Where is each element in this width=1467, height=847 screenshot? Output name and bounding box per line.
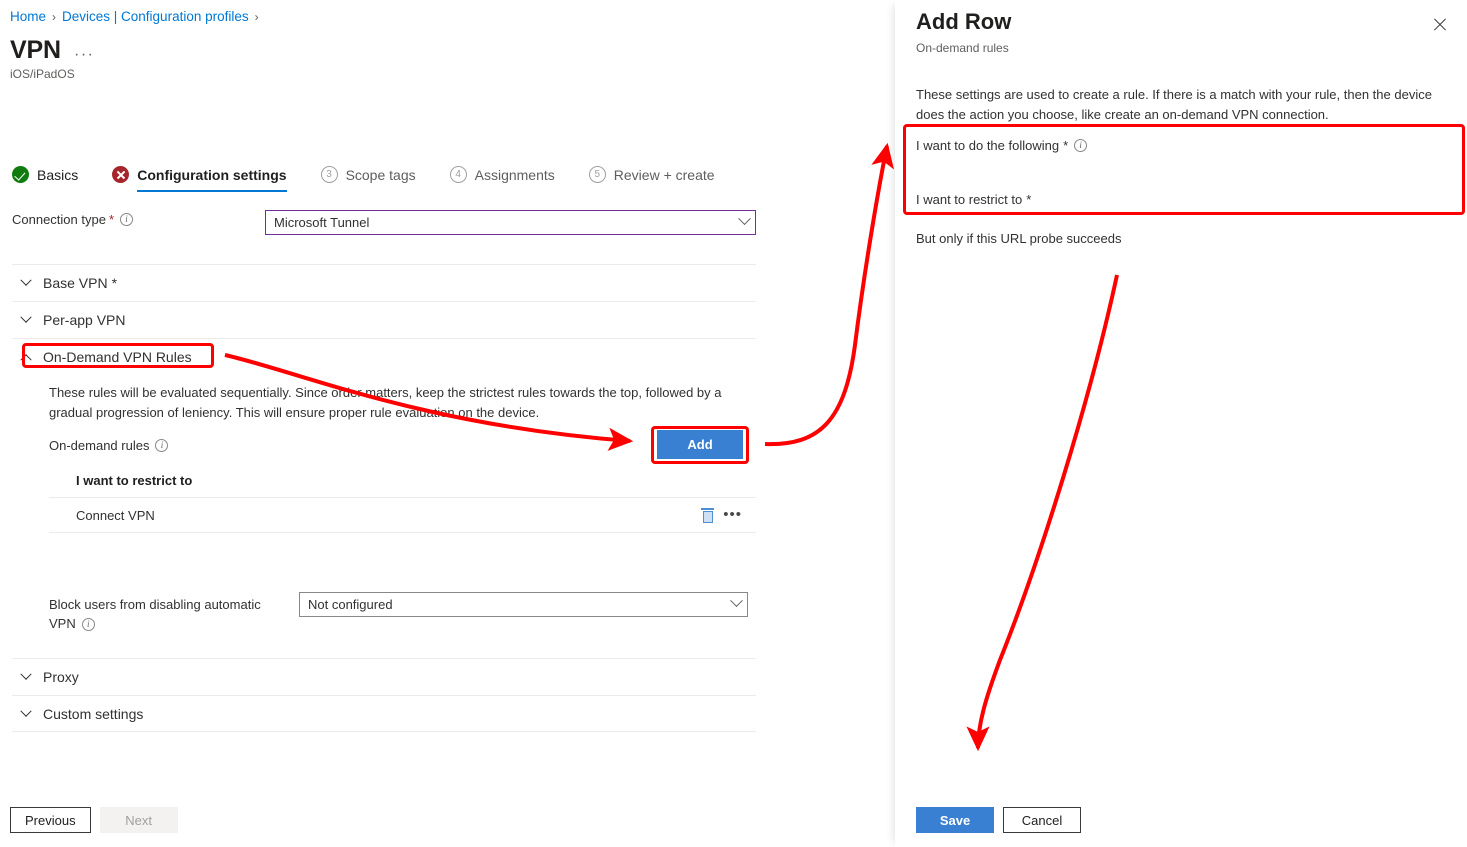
add-row-panel: Add Row On-demand rules These settings a… <box>895 0 1467 847</box>
on-demand-rules-table: I want to restrict to Connect VPN ••• <box>49 464 756 533</box>
tab-label: Scope tags <box>346 167 416 183</box>
next-button: Next <box>100 807 178 833</box>
row-actions: ••• <box>701 508 756 523</box>
tab-label: Configuration settings <box>137 167 286 183</box>
tab-basics[interactable]: Basics <box>12 166 94 192</box>
breadcrumb-separator-icon: › <box>255 10 259 24</box>
app-root: Home › Devices | Configuration profiles … <box>0 0 1467 847</box>
panel-footer: Save Cancel <box>895 793 1467 847</box>
required-asterisk: * <box>1063 138 1068 153</box>
tab-assignments[interactable]: 4 Assignments <box>450 166 571 192</box>
table-row[interactable]: Connect VPN ••• <box>49 498 756 533</box>
section-base-vpn[interactable]: Base VPN * <box>12 264 756 300</box>
restrict-to-label-row: I want to restrict to * <box>916 192 1031 207</box>
required-asterisk: * <box>1026 192 1031 207</box>
cancel-button[interactable]: Cancel <box>1003 807 1081 833</box>
section-bottom-divider <box>12 731 756 732</box>
table-cell-rule-action: Connect VPN <box>76 508 155 523</box>
info-icon[interactable]: i <box>155 439 168 452</box>
chevron-down-icon <box>732 599 741 611</box>
breadcrumb-item-devices[interactable]: Devices | Configuration profiles <box>62 9 249 24</box>
section-on-demand-vpn-rules[interactable]: On-Demand VPN Rules <box>12 338 756 374</box>
on-demand-rules-label: On-demand rules <box>49 438 149 453</box>
section-label: Base VPN <box>43 275 108 291</box>
connection-type-value: Microsoft Tunnel <box>274 215 369 230</box>
page-more-actions-icon[interactable]: ··· <box>74 46 94 64</box>
chevron-down-icon <box>20 705 31 716</box>
chevron-down-icon <box>20 668 31 679</box>
save-button[interactable]: Save <box>916 807 994 833</box>
panel-subtitle: On-demand rules <box>916 41 1009 55</box>
check-circle-icon <box>12 166 29 183</box>
panel-description: These settings are used to create a rule… <box>916 85 1456 124</box>
required-asterisk: * <box>109 212 114 227</box>
info-icon[interactable]: i <box>1074 139 1087 152</box>
section-custom-settings[interactable]: Custom settings <box>12 695 756 731</box>
tab-configuration-settings[interactable]: Configuration settings <box>112 166 302 192</box>
connection-type-label: Connection type <box>12 212 106 227</box>
restrict-to-label: I want to restrict to <box>916 192 1022 207</box>
panel-title: Add Row <box>916 9 1011 35</box>
block-users-label-line1: Block users from disabling automatic <box>49 597 261 612</box>
block-users-value: Not configured <box>308 597 393 612</box>
page-title: VPN <box>10 36 61 65</box>
tab-number-badge: 4 <box>450 166 467 183</box>
chevron-up-icon <box>20 354 31 365</box>
section-label: Per-app VPN <box>43 312 125 328</box>
wizard-tabs: Basics Configuration settings 3 Scope ta… <box>12 166 731 192</box>
on-demand-rules-field-row: On-demand rules i <box>49 438 168 453</box>
more-actions-icon[interactable]: ••• <box>723 511 742 519</box>
block-users-label-wrap: Block users from disabling automatic VPN… <box>49 596 284 634</box>
error-x-circle-icon <box>112 166 129 183</box>
block-users-label-line2: VPN <box>49 616 76 631</box>
tab-scope-tags[interactable]: 3 Scope tags <box>321 166 432 192</box>
block-users-dropdown[interactable]: Not configured <box>299 592 748 617</box>
section-label: Custom settings <box>43 706 143 722</box>
do-following-label: I want to do the following <box>916 138 1059 153</box>
column-header: I want to restrict to <box>76 473 192 488</box>
tab-label: Basics <box>37 167 78 183</box>
connection-type-row: Connection type * i <box>12 212 133 227</box>
tab-label: Review + create <box>614 167 715 183</box>
tab-active-underline <box>137 190 286 193</box>
section-proxy[interactable]: Proxy <box>12 658 756 694</box>
tab-review-create[interactable]: 5 Review + create <box>589 166 731 192</box>
connection-type-dropdown[interactable]: Microsoft Tunnel <box>265 210 756 235</box>
previous-button[interactable]: Previous <box>10 807 91 833</box>
required-asterisk: * <box>112 275 117 291</box>
chevron-down-icon <box>20 274 31 285</box>
tab-number-badge: 3 <box>321 166 338 183</box>
tab-label: Assignments <box>475 167 555 183</box>
do-following-label-row: I want to do the following * i <box>916 138 1087 153</box>
tab-number-badge: 5 <box>589 166 606 183</box>
breadcrumb: Home › Devices | Configuration profiles … <box>10 9 259 24</box>
section-label: On-Demand VPN Rules <box>43 349 192 365</box>
configuration-profile-blade: Home › Devices | Configuration profiles … <box>0 0 895 847</box>
wizard-footer: Previous Next <box>0 793 895 847</box>
table-header-row: I want to restrict to <box>49 464 756 498</box>
chevron-down-icon <box>20 311 31 322</box>
delete-icon[interactable] <box>701 508 714 523</box>
add-button[interactable]: Add <box>657 430 743 459</box>
section-label: Proxy <box>43 669 79 685</box>
breadcrumb-separator-icon: › <box>52 10 56 24</box>
url-probe-label-row: But only if this URL probe succeeds <box>916 231 1121 246</box>
page-platform-subtitle: iOS/iPadOS <box>10 67 75 81</box>
info-icon[interactable]: i <box>120 213 133 226</box>
close-icon[interactable] <box>1429 13 1451 35</box>
breadcrumb-item-home[interactable]: Home <box>10 9 46 24</box>
url-probe-label: But only if this URL probe succeeds <box>916 231 1121 246</box>
chevron-down-icon <box>740 217 749 229</box>
info-icon[interactable]: i <box>82 618 95 631</box>
section-per-app-vpn[interactable]: Per-app VPN <box>12 301 756 337</box>
on-demand-rules-description: These rules will be evaluated sequential… <box>49 383 749 422</box>
